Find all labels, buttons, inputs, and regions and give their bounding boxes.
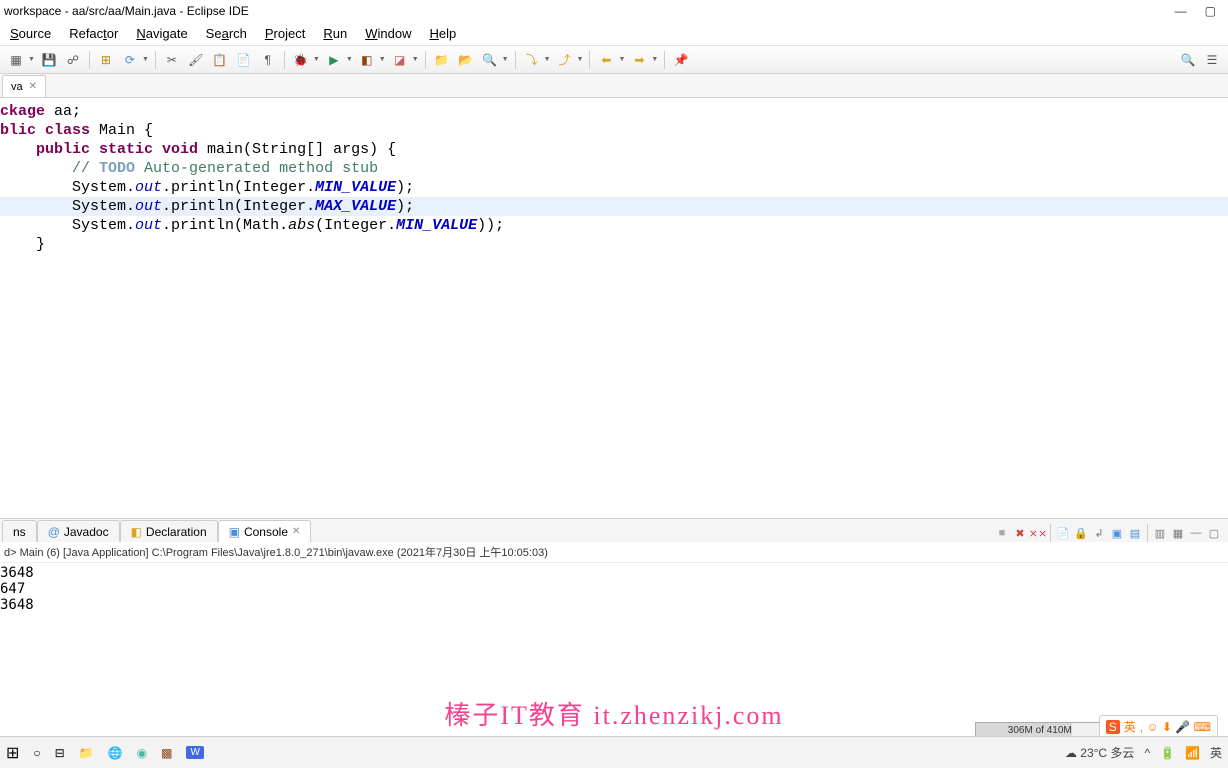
- maximize-view-icon[interactable]: ▢: [1206, 525, 1222, 541]
- chrome-icon[interactable]: 🌐: [108, 746, 123, 760]
- coverage-icon[interactable]: ◧: [357, 50, 377, 70]
- clear-console-icon[interactable]: 📄: [1055, 525, 1071, 541]
- app-icon-2[interactable]: ▩: [161, 746, 172, 760]
- watermark-text: 榛子IT教育 it.zhenzikj.com: [444, 695, 783, 732]
- open-console-icon[interactable]: ▦: [1170, 525, 1186, 541]
- code-editor[interactable]: ckage aa; blic class Main { public stati…: [0, 98, 1228, 518]
- tray-up-icon[interactable]: ^: [1144, 746, 1150, 760]
- weather-icon[interactable]: ☁ 23°C 多云: [1065, 744, 1135, 761]
- perspective-icon[interactable]: ☰: [1202, 50, 1222, 70]
- tab-console[interactable]: ▣Console✕: [218, 520, 312, 542]
- close-icon[interactable]: ✕: [292, 526, 300, 537]
- terminate-icon[interactable]: ■: [994, 525, 1010, 541]
- open-task-icon[interactable]: 🔍: [480, 50, 500, 70]
- paste-icon[interactable]: 📋: [210, 50, 230, 70]
- package-icon[interactable]: ⊞: [96, 50, 116, 70]
- title-bar: workspace - aa/src/aa/Main.java - Eclips…: [0, 0, 1228, 22]
- save-icon[interactable]: 💾: [39, 50, 59, 70]
- run-icon[interactable]: ▶: [324, 50, 344, 70]
- refresh-icon[interactable]: ⟳: [120, 50, 140, 70]
- open-folder-icon[interactable]: 📁: [432, 50, 452, 70]
- copy-icon[interactable]: 📄: [234, 50, 254, 70]
- start-icon[interactable]: ⊞: [6, 743, 19, 763]
- menu-bar: Source Refactor Navigate Search Project …: [0, 22, 1228, 46]
- search-icon[interactable]: 🔍: [1178, 50, 1198, 70]
- menu-run[interactable]: Run: [323, 26, 347, 41]
- pin-console-icon[interactable]: ▥: [1152, 525, 1168, 541]
- remove-all-icon[interactable]: ⨯⨯: [1030, 525, 1046, 541]
- console-header: d> Main (6) [Java Application] C:\Progra…: [0, 542, 1228, 563]
- editor-tab-label: va: [11, 81, 23, 93]
- show-console-icon[interactable]: ▣: [1109, 525, 1125, 541]
- menu-search[interactable]: Search: [206, 26, 247, 41]
- word-wrap-icon[interactable]: ↲: [1091, 525, 1107, 541]
- display-selected-icon[interactable]: ▤: [1127, 525, 1143, 541]
- back-icon[interactable]: ⬅: [596, 50, 616, 70]
- menu-source[interactable]: Source: [10, 26, 51, 41]
- menu-navigate[interactable]: Navigate: [136, 26, 187, 41]
- remove-launch-icon[interactable]: ✖: [1012, 525, 1028, 541]
- close-icon[interactable]: ✕: [29, 81, 37, 92]
- explorer-icon[interactable]: 📁: [79, 746, 94, 760]
- battery-icon[interactable]: 🔋: [1160, 746, 1175, 760]
- wps-icon[interactable]: W: [186, 746, 203, 759]
- search-taskbar-icon[interactable]: ○: [33, 746, 40, 760]
- maximize-button[interactable]: ▢: [1205, 4, 1216, 18]
- open-type-icon[interactable]: 📂: [456, 50, 476, 70]
- task-view-icon[interactable]: ⊟: [55, 746, 65, 760]
- console-output[interactable]: 3648 647 3648: [0, 563, 1228, 673]
- tab-problems[interactable]: ns: [2, 520, 37, 542]
- wifi-icon[interactable]: 📶: [1185, 746, 1200, 760]
- next-annotation-icon[interactable]: ⤵: [522, 50, 542, 70]
- app-icon[interactable]: ◉: [137, 746, 147, 760]
- window-title: workspace - aa/src/aa/Main.java - Eclips…: [4, 4, 249, 18]
- forward-icon[interactable]: ➡: [629, 50, 649, 70]
- menu-refactor[interactable]: Refactor: [69, 26, 118, 41]
- save-all-icon[interactable]: ☍: [63, 50, 83, 70]
- cut-icon[interactable]: ✂: [162, 50, 182, 70]
- prev-annotation-icon[interactable]: ⤴: [555, 50, 575, 70]
- ime-indicator[interactable]: S 英 , ☺ ⬇ 🎤 ⌨: [1099, 715, 1218, 738]
- external-icon[interactable]: ◪: [390, 50, 410, 70]
- scroll-lock-icon[interactable]: 🔒: [1073, 525, 1089, 541]
- editor-tab-main[interactable]: va ✕: [2, 75, 46, 97]
- debug-icon[interactable]: 🐞: [291, 50, 311, 70]
- tab-javadoc[interactable]: @Javadoc: [37, 520, 120, 542]
- minimize-button[interactable]: —: [1175, 4, 1187, 18]
- editor-tabs: va ✕: [0, 74, 1228, 98]
- new-icon[interactable]: ▦: [6, 50, 26, 70]
- taskbar: ⊞ ○ ⊟ 📁 🌐 ◉ ▩ W ☁ 23°C 多云 ^ 🔋 📶 英: [0, 736, 1228, 768]
- menu-window[interactable]: Window: [365, 26, 411, 41]
- pin-icon[interactable]: 📌: [671, 50, 691, 70]
- bottom-tabs: ns @Javadoc ◧Declaration ▣Console✕ ■ ✖ ⨯…: [0, 518, 1228, 542]
- menu-help[interactable]: Help: [429, 26, 456, 41]
- text-icon[interactable]: ¶: [258, 50, 278, 70]
- menu-project[interactable]: Project: [265, 26, 305, 41]
- paint-icon[interactable]: 🖌: [186, 50, 206, 70]
- main-toolbar: ▦▼ 💾 ☍ ⊞ ⟳▼ ✂ 🖌 📋 📄 ¶ 🐞▼ ▶▼ ◧▼ ◪▼ 📁 📂 🔍▼…: [0, 46, 1228, 74]
- tab-declaration[interactable]: ◧Declaration: [120, 520, 218, 542]
- ime-tray-icon[interactable]: 英: [1210, 744, 1222, 761]
- minimize-view-icon[interactable]: —: [1188, 525, 1204, 541]
